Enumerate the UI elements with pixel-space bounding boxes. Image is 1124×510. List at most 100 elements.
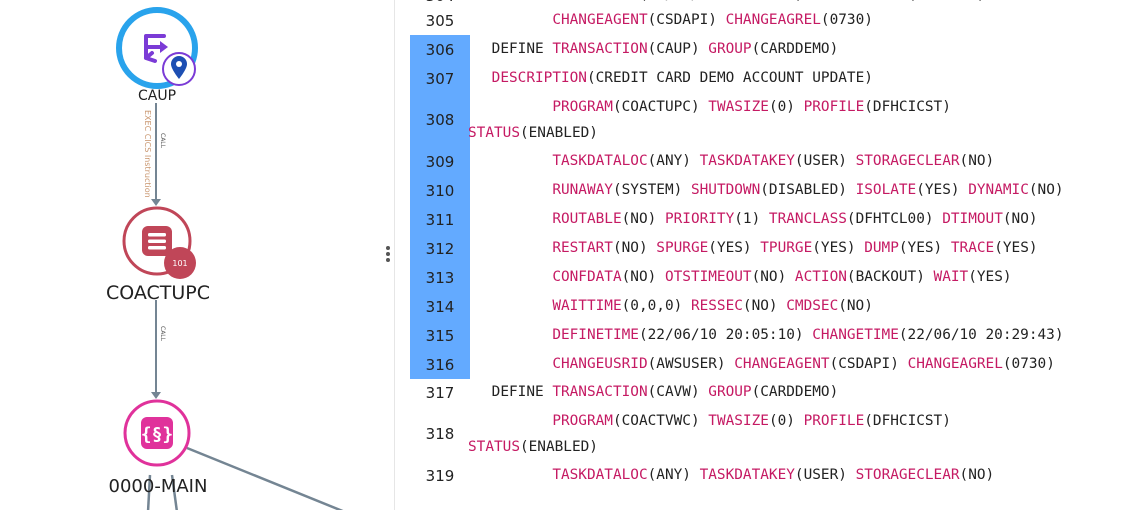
code-token: (USER)	[794, 466, 856, 483]
code-keyword: DYNAMIC	[968, 181, 1029, 198]
line-number[interactable]: 311	[410, 205, 470, 234]
code-viewer[interactable]: 304 CHANGETIME(22/06/09 20:58:20) CHANGE…	[394, 0, 1124, 510]
program-list-icon	[142, 226, 172, 256]
code-line[interactable]: 311 ROUTABLE(NO) PRIORITY(1) TRANCLASS(D…	[395, 205, 1124, 234]
code-keyword: RESSEC	[690, 297, 743, 314]
code-keyword: RESTART	[552, 239, 613, 256]
line-number-text: 309	[425, 152, 455, 171]
code-line[interactable]: 316 CHANGEUSRID(AWSUSER) CHANGEAGENT(CSD…	[395, 350, 1124, 379]
node-coactupc[interactable]: 101	[122, 206, 196, 279]
node-0000-main[interactable]: {§}	[123, 399, 191, 467]
line-number-text: 311	[425, 210, 455, 229]
code-line[interactable]: 319 TASKDATALOC(ANY) TASKDATAKEY(USER) S…	[395, 461, 1124, 490]
code-keyword: TRACE	[950, 239, 995, 256]
line-number[interactable]: 305	[410, 6, 470, 35]
code-token: (NO)	[621, 268, 665, 285]
line-number-text: 306	[425, 40, 455, 59]
line-number[interactable]: 315	[410, 321, 470, 350]
code-token: (YES)	[994, 239, 1038, 256]
code-token: (BACKOUT)	[846, 268, 934, 285]
code-line[interactable]: 308 PROGRAM(COACTUPC) TWASIZE(0) PROFILE…	[395, 93, 1124, 147]
line-number[interactable]: 319	[410, 461, 470, 490]
drag-handle-icon[interactable]	[384, 246, 392, 262]
code-keyword: PROGRAM	[552, 413, 613, 429]
code-keyword: SHUTDOWN	[690, 181, 761, 198]
code-text: ROUTABLE(NO) PRIORITY(1) TRANCLASS(DFHTC…	[483, 211, 1124, 227]
code-line[interactable]: 314 WAITTIME(0,0,0) RESSEC(NO) CMDSEC(NO…	[395, 292, 1124, 321]
code-keyword: SPURGE	[656, 239, 709, 256]
line-number[interactable]: 306	[410, 35, 470, 64]
line-number[interactable]: 316	[410, 350, 470, 379]
code-line[interactable]: 317 DEFINE TRANSACTION(CAVW) GROUP(CARDD…	[395, 379, 1124, 407]
code-keyword: ACTION	[794, 268, 847, 285]
code-token: (0)	[768, 413, 804, 429]
code-line[interactable]: 313 CONFDATA(NO) OTSTIMEOUT(NO) ACTION(B…	[395, 263, 1124, 292]
code-token: (22/06/09 20:58:20)	[639, 0, 812, 3]
code-token: (NO)	[751, 268, 795, 285]
svg-text:{§}: {§}	[141, 424, 174, 445]
code-keyword: PROFILE	[803, 99, 865, 115]
code-token: DEFINE	[483, 384, 553, 400]
code-keyword: DESCRIPTION	[491, 69, 587, 86]
code-keyword: RUNAWAY	[552, 181, 613, 198]
code-text: RUNAWAY(SYSTEM) SHUTDOWN(DISABLED) ISOLA…	[483, 182, 1124, 198]
code-keyword: DUMP	[864, 239, 899, 256]
code-keyword: WAIT	[933, 268, 969, 285]
code-keyword: OTSTIMEOUT	[664, 268, 752, 285]
node-caup[interactable]	[116, 7, 198, 89]
code-token: (USER)	[794, 152, 856, 169]
line-number[interactable]: 313	[410, 263, 470, 292]
code-token: (AWSUSER)	[647, 355, 735, 372]
code-keyword: STORAGECLEAR	[855, 152, 960, 169]
line-number-text: 308	[425, 111, 455, 129]
code-token: (YES)	[708, 239, 761, 256]
code-line[interactable]: 306 DEFINE TRANSACTION(CAUP) GROUP(CARDD…	[395, 35, 1124, 64]
edge-sublabel: EXEC CICS Instruction	[143, 110, 152, 198]
code-keyword: CONFDATA	[552, 268, 622, 285]
code-token: (YES)	[898, 239, 951, 256]
code-token: (22/06/10 20:05:10)	[638, 326, 813, 343]
code-token: (NO)	[612, 239, 657, 256]
code-text: DEFINE TRANSACTION(CAVW) GROUP(CARDDEMO)	[483, 384, 1124, 400]
panel-splitter[interactable]	[384, 244, 392, 268]
code-line[interactable]: 312 RESTART(NO) SPURGE(YES) TPURGE(YES) …	[395, 234, 1124, 263]
count-badge-value: 101	[172, 259, 187, 268]
edge-label-call: CALL	[159, 133, 166, 149]
code-keyword: CHANGETIME	[812, 326, 899, 343]
code-line[interactable]: 305 CHANGEAGENT(CSDAPI) CHANGEAGREL(0730…	[395, 6, 1124, 35]
line-number-text: 315	[425, 326, 455, 345]
line-number[interactable]: 310	[410, 176, 470, 205]
line-number-text: 317	[425, 384, 455, 402]
line-number[interactable]: 314	[410, 292, 470, 321]
code-line[interactable]: 318 PROGRAM(COACTVWC) TWASIZE(0) PROFILE…	[395, 407, 1124, 461]
line-number[interactable]: 307	[410, 64, 470, 93]
code-line[interactable]: 309 TASKDATALOC(ANY) TASKDATAKEY(USER) S…	[395, 147, 1124, 176]
line-number[interactable]: 308	[410, 93, 470, 147]
code-line[interactable]: 310 RUNAWAY(SYSTEM) SHUTDOWN(DISABLED) I…	[395, 176, 1124, 205]
code-keyword: ISOLATE	[855, 181, 917, 198]
line-number[interactable]: 317	[410, 379, 470, 407]
code-token: (SYSTEM)	[612, 181, 691, 198]
node-label-coactupc: COACTUPC	[105, 282, 211, 304]
line-number[interactable]: 318	[410, 407, 470, 461]
code-text: CHANGEUSRID(AWSUSER) CHANGEAGENT(CSDAPI)…	[483, 356, 1124, 372]
code-keyword: GROUP	[708, 384, 752, 400]
code-token: (1)	[734, 210, 769, 227]
code-line[interactable]: 315 DEFINETIME(22/06/10 20:05:10) CHANGE…	[395, 321, 1124, 350]
dependency-graph[interactable]: EXEC CICS Instruction CALL CALL 101 {§} …	[0, 0, 380, 510]
line-number[interactable]: 309	[410, 147, 470, 176]
code-keyword: CHANGEAGENT	[552, 11, 648, 28]
code-keyword: TASKDATAKEY	[699, 466, 795, 483]
code-token: (YES)	[968, 268, 1012, 285]
code-token: (NO)	[959, 466, 995, 483]
code-token: (CAUP)	[647, 40, 709, 57]
code-token: (0)	[768, 99, 804, 115]
code-line[interactable]: 307 DESCRIPTION(CREDIT CARD DEMO ACCOUNT…	[395, 64, 1124, 93]
line-number[interactable]: 312	[410, 234, 470, 263]
graph-canvas[interactable]: EXEC CICS Instruction CALL CALL 101 {§}	[0, 0, 380, 510]
